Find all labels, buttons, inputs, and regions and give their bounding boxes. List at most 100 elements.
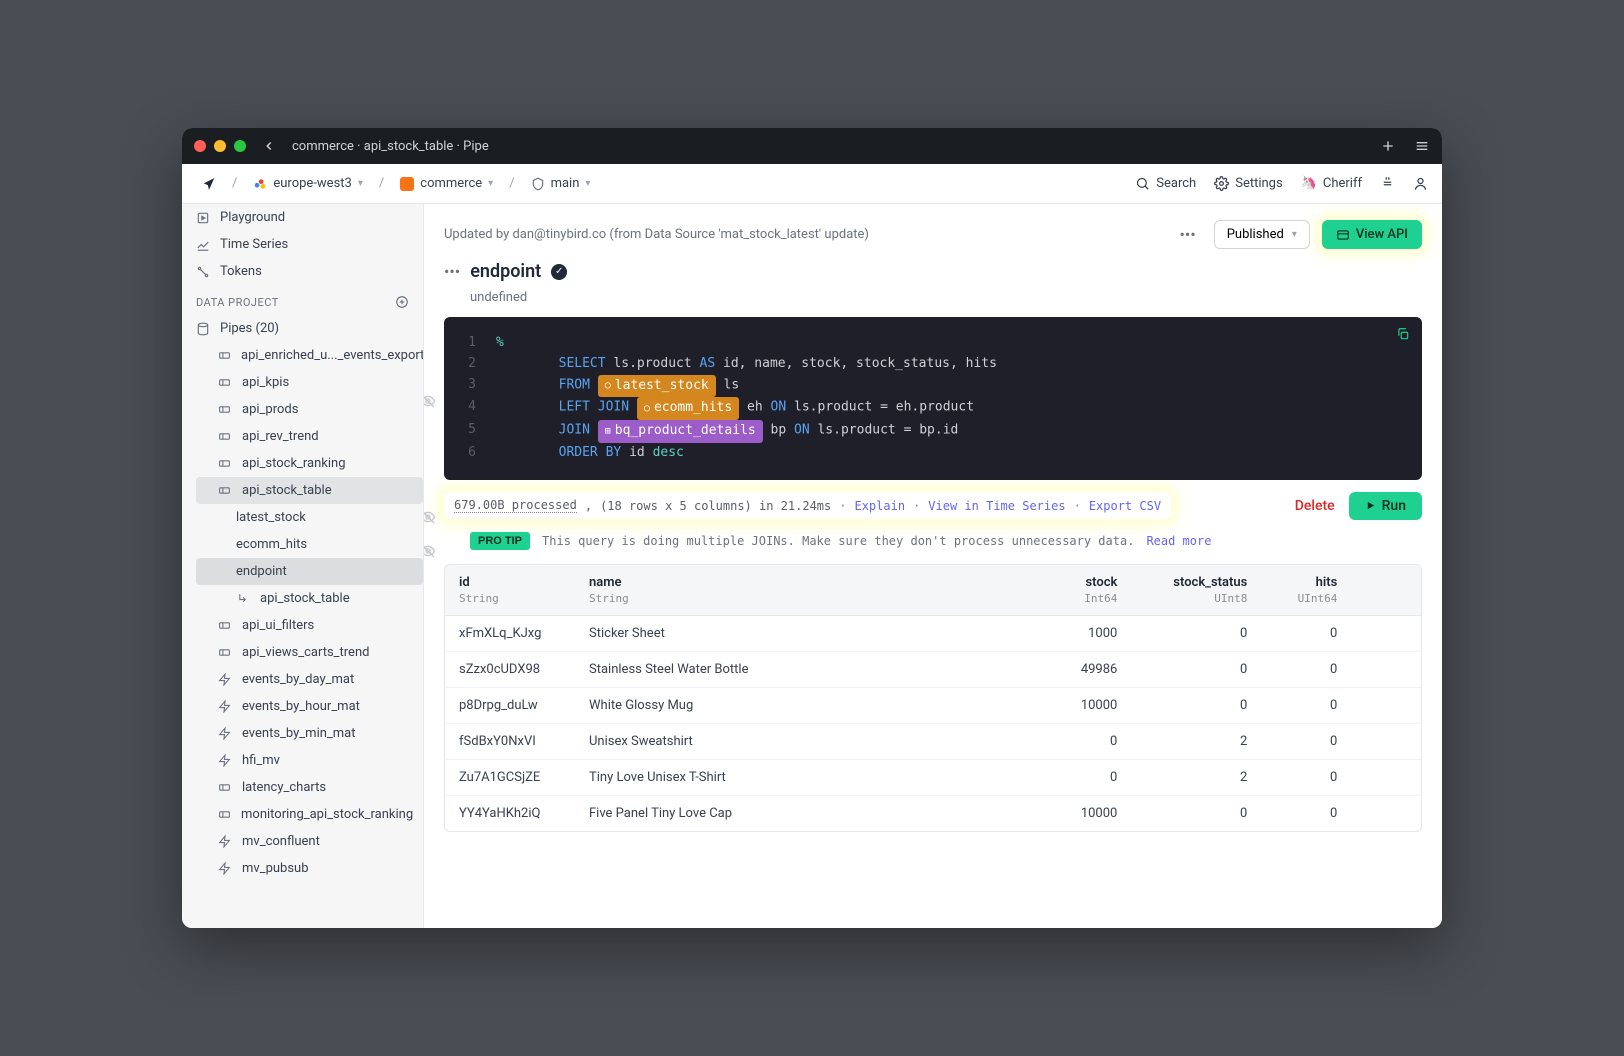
sidebar-pipe-latency-charts[interactable]: latency_charts [196, 774, 423, 801]
branch-selector[interactable]: main ▾ [525, 172, 597, 195]
column-header-hits[interactable]: hitsUInt64 [1261, 565, 1351, 616]
minimize-window[interactable] [214, 140, 226, 152]
node-chip[interactable]: ○latest_stock [598, 375, 716, 398]
sidebar-pipes-group[interactable]: Pipes (20) [182, 315, 423, 342]
table-row[interactable]: YY4YaHKh2iQFive Panel Tiny Love Cap10000… [445, 795, 1421, 831]
sidebar-pipe-api-stock-table[interactable]: api_stock_table [196, 477, 423, 504]
export-csv-link[interactable]: Export CSV [1089, 499, 1161, 513]
sidebar-item-tokens[interactable]: Tokens [182, 258, 423, 285]
column-header-stock[interactable]: stockInt64 [1041, 565, 1131, 616]
sidebar-pipe-api-prods[interactable]: api_prods [196, 396, 423, 423]
back-button[interactable] [262, 139, 276, 153]
sidebar-pipe-api-ui-filters[interactable]: api_ui_filters [196, 612, 423, 639]
chevron-down-icon: ▾ [488, 178, 493, 189]
hidden-node-icon[interactable] [424, 393, 436, 409]
pipe-icon [218, 781, 232, 794]
settings-button[interactable]: Settings [1214, 176, 1282, 191]
gear-icon [1214, 176, 1229, 191]
sidebar-node-api-stock-table[interactable]: api_stock_table [196, 585, 423, 612]
bolt-icon [218, 727, 232, 740]
chevron-down-icon: ▾ [358, 178, 363, 189]
pipe-icon [218, 646, 232, 659]
region-selector[interactable]: europe-west3 ▾ [247, 172, 369, 195]
delete-button[interactable]: Delete [1295, 498, 1335, 514]
sidebar-pipe-api-views-carts-trend[interactable]: api_views_carts_trend [196, 639, 423, 666]
add-tab-icon[interactable] [1380, 138, 1396, 154]
sidebar-node-latest-stock[interactable]: latest_stock [196, 504, 423, 531]
pipe-icon [218, 349, 231, 362]
column-header-id[interactable]: idString [445, 565, 575, 616]
node-menu-button[interactable]: ••• [444, 262, 460, 281]
publish-status-button[interactable]: Published ▾ [1214, 220, 1310, 249]
sql-editor[interactable]: 1%2 SELECT ls.product AS id, name, stock… [444, 317, 1422, 480]
sidebar-node-ecomm-hits[interactable]: ecomm_hits [196, 531, 423, 558]
maximize-window[interactable] [234, 140, 246, 152]
sidebar-section-header: DATA PROJECT [182, 285, 423, 315]
bolt-icon [218, 835, 232, 848]
chart-icon [196, 238, 210, 252]
hidden-node-icon[interactable] [424, 543, 436, 559]
window-title: commerce · api_stock_table · Pipe [292, 139, 1380, 154]
explain-link[interactable]: Explain [854, 499, 905, 513]
pro-tip-badge: PRO TIP [470, 532, 530, 550]
code-line: 2 SELECT ls.product AS id, name, stock, … [460, 354, 1406, 375]
token-icon [196, 265, 210, 279]
table-row[interactable]: Zu7A1GCSjZETiny Love Unisex T-Shirt020 [445, 759, 1421, 795]
sidebar-pipe-api-kpis[interactable]: api_kpis [196, 369, 423, 396]
pipe-icon [218, 808, 231, 821]
view-timeseries-link[interactable]: View in Time Series [928, 499, 1065, 513]
add-project-item[interactable] [395, 295, 409, 309]
node-chip[interactable]: ○ecomm_hits [637, 397, 739, 420]
sidebar-pipe-api-stock-ranking[interactable]: api_stock_ranking [196, 450, 423, 477]
updated-by-text: Updated by dan@tinybird.co (from Data So… [444, 227, 1162, 242]
table-row[interactable]: fSdBxY0NxVIUnisex Sweatshirt020 [445, 723, 1421, 759]
play-icon [196, 211, 210, 225]
notifications-icon[interactable] [1380, 176, 1395, 191]
table-row[interactable]: sZzx0cUDX98Stainless Steel Water Bottle4… [445, 651, 1421, 687]
table-row[interactable]: p8Drpg_duLwWhite Glossy Mug1000000 [445, 687, 1421, 723]
sidebar-pipe-events-by-hour-mat[interactable]: events_by_hour_mat [196, 693, 423, 720]
sidebar: PlaygroundTime SeriesTokens DATA PROJECT… [182, 204, 424, 928]
sidebar-node-endpoint[interactable]: endpoint [196, 558, 423, 585]
pipe-icon [218, 484, 232, 497]
view-api-button[interactable]: View API [1322, 220, 1422, 249]
gcp-icon [253, 177, 267, 191]
close-window[interactable] [194, 140, 206, 152]
pipe-icon [218, 403, 232, 416]
more-options-button[interactable]: ••• [1174, 221, 1202, 248]
sidebar-pipe-hfi-mv[interactable]: hfi_mv [196, 747, 423, 774]
home-icon[interactable] [196, 173, 222, 195]
arrow-icon [236, 592, 250, 605]
profile-icon[interactable] [1413, 176, 1428, 191]
sidebar-pipe-mv-pubsub[interactable]: mv_pubsub [196, 855, 423, 882]
column-header-stock_status[interactable]: stock_statusUInt8 [1131, 565, 1261, 616]
menu-icon[interactable] [1414, 138, 1430, 154]
column-header-name[interactable]: nameString [575, 565, 1041, 616]
copy-code-button[interactable] [1396, 327, 1410, 341]
search-icon [1135, 176, 1150, 191]
datasource-chip[interactable]: ⊞bq_product_details [598, 420, 763, 443]
code-line: 5 JOIN ⊞bq_product_details bp ON ls.prod… [460, 420, 1406, 443]
pro-tip: PRO TIP This query is doing multiple JOI… [424, 528, 1442, 564]
query-stats: 679.00B processed, (18 rows x 5 columns)… [444, 492, 1171, 519]
sidebar-pipe-monitoring-api-stock-ranking[interactable]: monitoring_api_stock_ranking [196, 801, 423, 828]
search-button[interactable]: Search [1135, 176, 1196, 191]
table-row[interactable]: xFmXLq_KJxgSticker Sheet100000 [445, 615, 1421, 651]
workspace-icon [400, 177, 414, 191]
run-button[interactable]: Run [1349, 492, 1422, 520]
sidebar-pipe-events-by-day-mat[interactable]: events_by_day_mat [196, 666, 423, 693]
sidebar-item-time-series[interactable]: Time Series [182, 231, 423, 258]
user-menu[interactable]: 🦄 Cheriff [1301, 176, 1362, 191]
chevron-down-icon: ▾ [1292, 229, 1297, 240]
database-icon [196, 322, 210, 336]
sidebar-pipe-events-by-min-mat[interactable]: events_by_min_mat [196, 720, 423, 747]
read-more-link[interactable]: Read more [1146, 534, 1211, 548]
workspace-selector[interactable]: commerce ▾ [394, 172, 499, 195]
code-line: 6 ORDER BY id desc [460, 443, 1406, 464]
sidebar-item-playground[interactable]: Playground [182, 204, 423, 231]
sidebar-pipe-api-enriched-u-events-export[interactable]: api_enriched_u..._events_export [196, 342, 423, 369]
sidebar-pipe-api-rev-trend[interactable]: api_rev_trend [196, 423, 423, 450]
code-line: 4 LEFT JOIN ○ecomm_hits eh ON ls.product… [460, 397, 1406, 420]
sidebar-pipe-mv-confluent[interactable]: mv_confluent [196, 828, 423, 855]
hidden-node-icon[interactable] [424, 509, 436, 525]
